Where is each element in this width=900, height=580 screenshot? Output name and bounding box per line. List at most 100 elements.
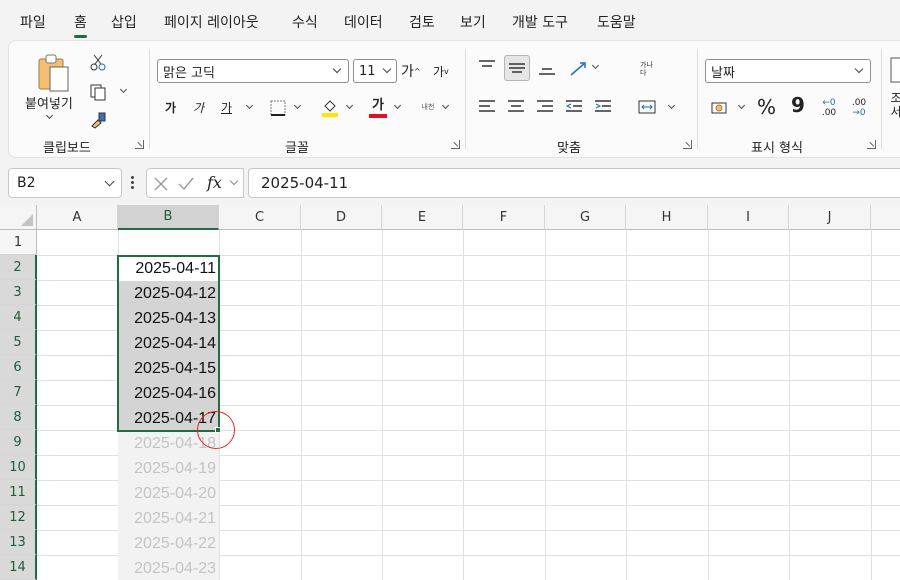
cell-b13-autofill-preview[interactable]: 2025-04-22 bbox=[118, 531, 219, 556]
cell-b10-autofill-preview[interactable]: 2025-04-19 bbox=[118, 456, 219, 481]
format-painter-button[interactable] bbox=[87, 109, 109, 131]
column-header-c[interactable]: C bbox=[219, 205, 301, 230]
copy-button[interactable] bbox=[87, 81, 109, 103]
align-center-button[interactable] bbox=[504, 95, 528, 119]
tab-help[interactable]: 도움말 bbox=[597, 12, 636, 32]
underline-dropdown-icon[interactable] bbox=[245, 101, 254, 110]
column-header-h[interactable]: H bbox=[626, 205, 708, 230]
increase-decimal-button[interactable]: ←0.00 bbox=[817, 95, 841, 121]
row-header-4[interactable]: 4 bbox=[0, 305, 37, 330]
column-header-g[interactable]: G bbox=[545, 205, 626, 230]
chevron-down-icon[interactable] bbox=[229, 176, 239, 186]
tab-formulas[interactable]: 수식 bbox=[292, 12, 318, 32]
align-bottom-button[interactable] bbox=[535, 55, 559, 79]
row-header-1[interactable]: 1 bbox=[0, 230, 37, 255]
tab-view[interactable]: 보기 bbox=[460, 12, 486, 32]
fill-handle[interactable] bbox=[215, 427, 221, 433]
accounting-format-button[interactable] bbox=[709, 97, 733, 119]
row-header-8[interactable]: 8 bbox=[0, 405, 37, 430]
cell-b3[interactable]: 2025-04-12 bbox=[118, 281, 219, 306]
cut-button[interactable] bbox=[87, 51, 109, 73]
cell-b12-autofill-preview[interactable]: 2025-04-21 bbox=[118, 506, 219, 531]
row-header-12[interactable]: 12 bbox=[0, 505, 37, 530]
alignment-launcher-icon[interactable] bbox=[683, 140, 692, 149]
name-box[interactable]: B2 bbox=[8, 168, 122, 198]
tab-review[interactable]: 검토 bbox=[409, 12, 435, 32]
copy-dropdown-icon[interactable] bbox=[119, 85, 128, 94]
cancel-icon[interactable] bbox=[153, 176, 169, 192]
bold-button[interactable]: 가 bbox=[165, 99, 176, 116]
merge-center-button[interactable] bbox=[635, 95, 659, 119]
conditional-format-label[interactable]: 조 서 bbox=[889, 91, 900, 119]
row-header-3[interactable]: 3 bbox=[0, 280, 37, 305]
decrease-indent-button[interactable] bbox=[562, 95, 586, 119]
grow-font-button[interactable]: 가 ^ bbox=[401, 61, 421, 81]
tab-data[interactable]: 데이터 bbox=[344, 12, 383, 32]
column-header-d[interactable]: D bbox=[301, 205, 382, 230]
cell-b5[interactable]: 2025-04-14 bbox=[118, 331, 219, 356]
paste-label[interactable]: 붙여넣기 bbox=[25, 93, 73, 112]
column-header-partial[interactable] bbox=[871, 205, 900, 230]
row-header-6[interactable]: 6 bbox=[0, 355, 37, 380]
cell-b8[interactable]: 2025-04-17 bbox=[118, 406, 219, 431]
confirm-check-icon[interactable] bbox=[177, 176, 195, 192]
row-header-9[interactable]: 9 bbox=[0, 430, 37, 455]
select-all-button[interactable] bbox=[0, 205, 37, 230]
cell-b11-autofill-preview[interactable]: 2025-04-20 bbox=[118, 481, 219, 506]
font-size-dropdown[interactable]: 11 bbox=[353, 59, 397, 83]
column-header-j[interactable]: J bbox=[789, 205, 871, 230]
tab-home[interactable]: 홈 bbox=[74, 12, 87, 38]
align-right-button[interactable] bbox=[533, 95, 557, 119]
row-header-10[interactable]: 10 bbox=[0, 455, 37, 480]
align-middle-button[interactable] bbox=[504, 55, 530, 81]
font-color-dropdown-icon[interactable] bbox=[393, 101, 402, 110]
insert-function-button[interactable]: fx bbox=[207, 173, 222, 192]
comma-button[interactable]: 9 bbox=[791, 93, 805, 117]
row-header-11[interactable]: 11 bbox=[0, 480, 37, 505]
cell-b7[interactable]: 2025-04-16 bbox=[118, 381, 219, 406]
shrink-font-button[interactable]: 가v bbox=[433, 63, 449, 80]
paste-button[interactable] bbox=[35, 51, 71, 95]
merge-dropdown-icon[interactable] bbox=[667, 101, 676, 110]
borders-button[interactable] bbox=[267, 97, 289, 119]
fill-color-button[interactable] bbox=[319, 95, 341, 119]
percent-button[interactable]: % bbox=[757, 95, 776, 119]
tab-page-layout[interactable]: 페이지 레이아웃 bbox=[164, 12, 259, 32]
number-launcher-icon[interactable] bbox=[867, 140, 876, 149]
accounting-dropdown-icon[interactable] bbox=[737, 101, 746, 110]
column-header-i[interactable]: I bbox=[708, 205, 789, 230]
cell-b2[interactable]: 2025-04-11 bbox=[118, 256, 219, 281]
row-header-13[interactable]: 13 bbox=[0, 530, 37, 555]
clipboard-launcher-icon[interactable] bbox=[135, 140, 144, 149]
cell-b14-autofill-preview[interactable]: 2025-04-23 bbox=[118, 556, 219, 580]
font-color-button[interactable]: 가 bbox=[367, 93, 389, 119]
fill-color-dropdown-icon[interactable] bbox=[345, 101, 354, 110]
conditional-format-button[interactable] bbox=[889, 55, 900, 85]
underline-button[interactable]: 가 bbox=[221, 99, 232, 116]
tab-insert[interactable]: 삽입 bbox=[111, 12, 137, 32]
vertical-ellipsis-icon[interactable] bbox=[131, 176, 134, 190]
align-left-button[interactable] bbox=[475, 95, 499, 119]
cell-b9-autofill-preview[interactable]: 2025-04-18 bbox=[118, 431, 219, 456]
number-format-dropdown[interactable]: 날짜 bbox=[705, 59, 871, 83]
column-header-e[interactable]: E bbox=[382, 205, 463, 230]
decrease-decimal-button[interactable]: .00 →0 bbox=[847, 95, 871, 121]
formula-input[interactable]: 2025-04-11 bbox=[248, 168, 900, 198]
row-header-5[interactable]: 5 bbox=[0, 330, 37, 355]
tab-developer[interactable]: 개발 도구 bbox=[512, 12, 568, 32]
orientation-button[interactable] bbox=[567, 57, 591, 79]
borders-dropdown-icon[interactable] bbox=[293, 101, 302, 110]
font-launcher-icon[interactable] bbox=[451, 140, 460, 149]
wrap-text-button[interactable]: 가나다 bbox=[633, 55, 661, 83]
orientation-dropdown-icon[interactable] bbox=[591, 61, 600, 70]
font-name-dropdown[interactable]: 맑은 고딕 bbox=[157, 59, 349, 83]
align-top-button[interactable] bbox=[475, 55, 499, 79]
phonetic-button[interactable]: 내천 bbox=[415, 95, 441, 119]
row-header-2[interactable]: 2 bbox=[0, 255, 37, 280]
column-header-f[interactable]: F bbox=[463, 205, 545, 230]
column-header-b[interactable]: B bbox=[118, 205, 219, 230]
paste-dropdown-icon[interactable] bbox=[45, 111, 54, 120]
tab-file[interactable]: 파일 bbox=[20, 12, 46, 32]
row-header-14[interactable]: 14 bbox=[0, 555, 37, 580]
increase-indent-button[interactable] bbox=[591, 95, 615, 119]
